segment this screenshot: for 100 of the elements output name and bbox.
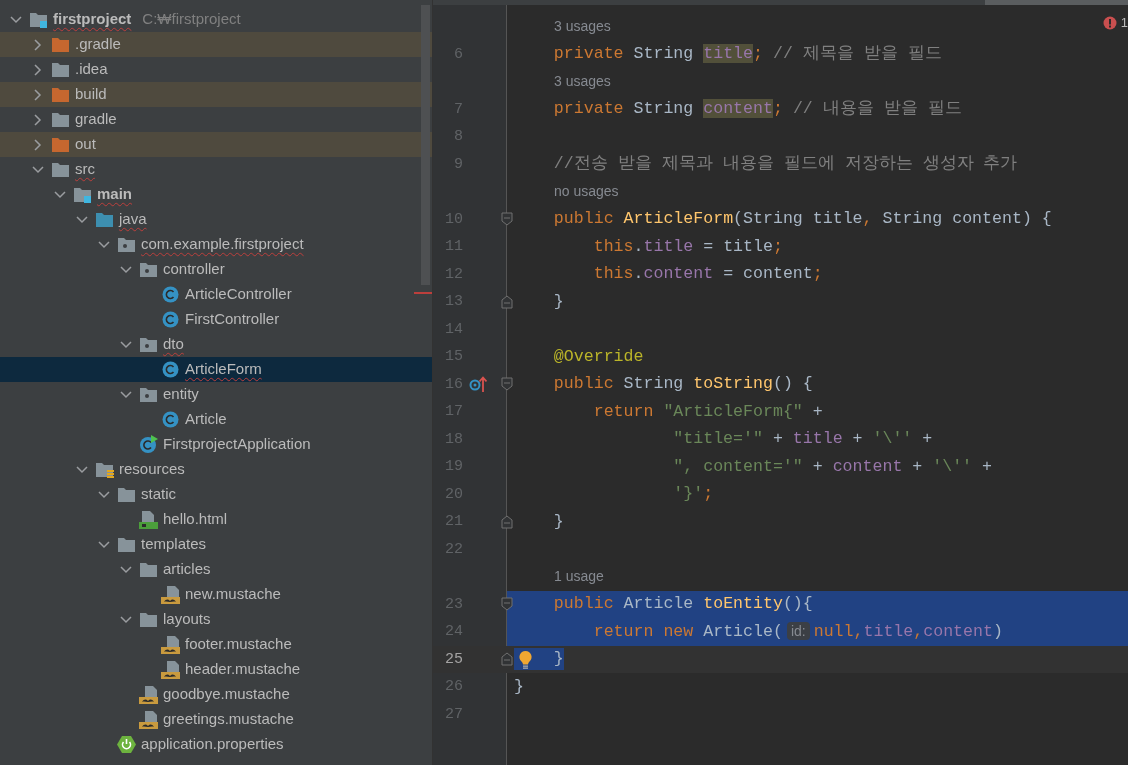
tree-item[interactable]: new.mustache	[0, 582, 432, 607]
file-name: build	[75, 84, 107, 105]
file-name: Article	[185, 409, 227, 430]
error-icon	[1102, 15, 1117, 30]
tree-item[interactable]: header.mustache	[0, 657, 432, 682]
tree-item[interactable]: .gradle	[0, 32, 432, 57]
project-path: C:₩firstproject	[142, 9, 241, 30]
file-name: FirstprojectApplication	[163, 434, 311, 455]
tree-item[interactable]: ArticleForm	[0, 357, 432, 382]
file-name: resources	[119, 459, 185, 480]
fold-icon[interactable]	[501, 212, 513, 227]
class-icon	[139, 435, 158, 454]
tree-item[interactable]: FirstController	[0, 307, 432, 332]
mustache-file-icon	[161, 635, 180, 654]
tree-item[interactable]: footer.mustache	[0, 632, 432, 657]
spring-icon	[117, 735, 136, 754]
file-name: ArticleForm	[185, 359, 262, 380]
code-line: "title='" + title + '\'' +	[672, 428, 933, 451]
file-name: layouts	[163, 609, 211, 630]
usage-hint[interactable]: 1 usage	[554, 566, 604, 588]
tree-item[interactable]: entity	[0, 382, 432, 407]
class-icon	[161, 410, 180, 429]
code-line: ", content='" + content + '\'' +	[672, 455, 992, 478]
tree-item[interactable]: .idea	[0, 57, 432, 82]
code-line: return "ArticleForm{" +	[592, 400, 823, 423]
tree-item[interactable]: goodbye.mustache	[0, 682, 432, 707]
line-number: 25	[444, 649, 463, 670]
file-name: controller	[163, 259, 225, 280]
usage-hint[interactable]: 3 usages	[554, 16, 611, 38]
tree-item[interactable]: templates	[0, 532, 432, 557]
code-line: return new Article( id: null,title,content)	[592, 621, 1003, 644]
mustache-file-icon	[161, 585, 180, 604]
file-name: com.example.firstproject	[141, 234, 304, 255]
tree-item[interactable]: static	[0, 482, 432, 507]
file-name: java	[119, 209, 147, 230]
error-count: 1	[1120, 14, 1128, 32]
tree-item[interactable]: controller	[0, 257, 432, 282]
fold-icon[interactable]	[501, 514, 513, 529]
code-line: @Override	[552, 345, 644, 368]
file-name: gradle	[75, 109, 117, 130]
code-line: private String title; // 제목을 받을 필드	[552, 43, 942, 66]
file-name: templates	[141, 534, 207, 555]
usage-hint[interactable]: 3 usages	[554, 71, 611, 93]
tree-item[interactable]: hello.html	[0, 507, 432, 532]
fold-icon[interactable]	[501, 652, 513, 667]
tree-item[interactable]: java	[0, 207, 432, 232]
class-icon	[161, 360, 180, 379]
code-line: private String content; // 내용을 받을 필드	[552, 98, 962, 121]
file-name: header.mustache	[185, 659, 301, 680]
package-icon	[139, 335, 158, 354]
mustache-file-icon	[139, 710, 158, 729]
code-line: }	[514, 675, 524, 698]
tree-item[interactable]: com.example.firstproject	[0, 232, 432, 257]
tree-item[interactable]: firstproject C:₩firstproject	[0, 7, 432, 32]
error-stripe-mark	[414, 292, 432, 294]
tree-item[interactable]: build	[0, 82, 432, 107]
mustache-file-icon	[161, 660, 180, 679]
package-icon	[139, 385, 158, 404]
folder-icon	[95, 210, 114, 229]
tree-item[interactable]: FirstprojectApplication	[0, 432, 432, 457]
fold-icon[interactable]	[501, 294, 513, 309]
fold-icon[interactable]	[501, 377, 513, 392]
code-line: //전송 받을 제목과 내용을 필드에 저장하는 생성자 추가	[552, 153, 1018, 176]
tree-item[interactable]: Article	[0, 407, 432, 432]
file-name: new.mustache	[185, 584, 281, 605]
tree-item[interactable]: application.properties	[0, 732, 432, 757]
override-icon[interactable]	[469, 375, 487, 394]
tree-item[interactable]: main	[0, 182, 432, 207]
tree-item[interactable]: src	[0, 157, 432, 182]
tree-item[interactable]: greetings.mustache	[0, 707, 432, 732]
tree-item[interactable]: gradle	[0, 107, 432, 132]
file-name: application.properties	[141, 734, 284, 755]
file-name: firstproject	[53, 9, 132, 30]
lightbulb-icon[interactable]	[517, 649, 534, 669]
code-line: public ArticleForm(String title, String content) {	[552, 208, 1052, 231]
file-name: hello.html	[163, 509, 228, 530]
tree-item[interactable]: articles	[0, 557, 432, 582]
file-name: static	[141, 484, 176, 505]
file-name: dto	[163, 334, 184, 355]
code-line: public String toString() {	[552, 373, 813, 396]
file-name: entity	[163, 384, 199, 405]
tree-item[interactable]: ArticleController	[0, 282, 432, 307]
usage-hint[interactable]: no usages	[554, 181, 619, 203]
code-line: }	[552, 510, 564, 533]
resources-folder-icon	[95, 460, 114, 479]
file-name: ArticleController	[185, 284, 292, 305]
code-line: }	[552, 290, 564, 313]
file-name: FirstController	[185, 309, 280, 330]
file-name: out	[75, 134, 96, 155]
tree-item[interactable]: resources	[0, 457, 432, 482]
scrollbar[interactable]	[985, 0, 1128, 5]
html-file-icon	[139, 510, 158, 529]
package-icon	[139, 260, 158, 279]
file-name: articles	[163, 559, 211, 580]
tree-item[interactable]: dto	[0, 332, 432, 357]
mustache-file-icon	[139, 685, 158, 704]
tree-item[interactable]: layouts	[0, 607, 432, 632]
code-line: this.content = content;	[592, 263, 823, 286]
tree-item[interactable]: out	[0, 132, 432, 157]
fold-icon[interactable]	[501, 597, 513, 612]
